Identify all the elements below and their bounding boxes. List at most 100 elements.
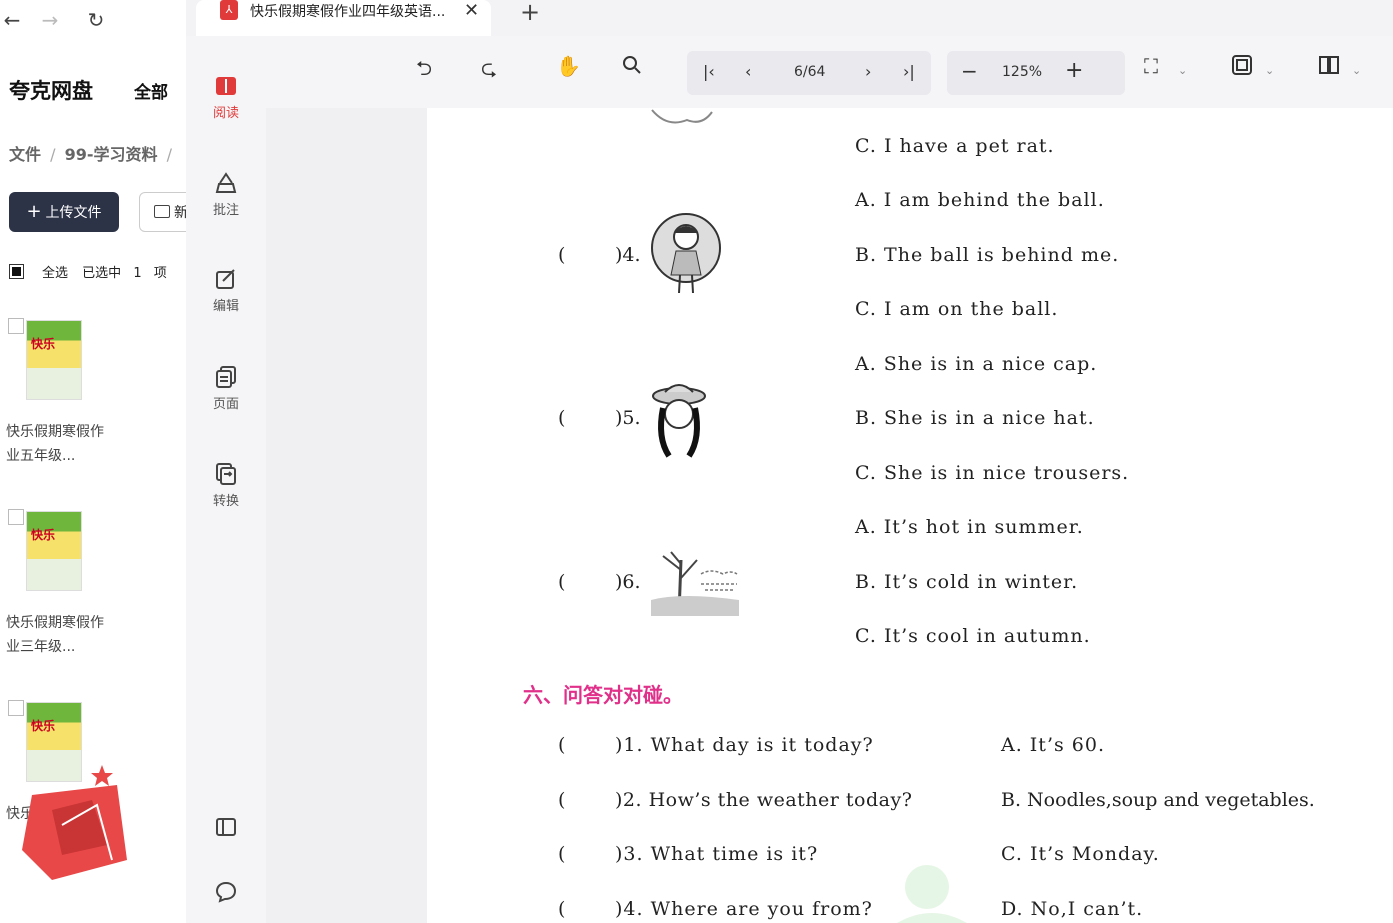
answer-paren: ( xyxy=(558,898,566,920)
two-page-view-icon[interactable] xyxy=(1318,54,1340,81)
first-page-icon[interactable]: |‹ xyxy=(703,62,715,81)
edit-icon xyxy=(216,269,235,289)
select-all-label[interactable]: 全选 xyxy=(42,266,68,281)
fullscreen-icon[interactable] xyxy=(1231,54,1253,81)
rail-item-read[interactable]: 阅读 xyxy=(186,74,266,121)
autumn-scene-illustration xyxy=(651,551,739,616)
rail-item-pages[interactable]: 页面 xyxy=(186,365,266,412)
zoom-control: − 125% + xyxy=(947,51,1125,95)
chevron-down-icon[interactable]: ⌄ xyxy=(1178,64,1187,77)
upload-file-button[interactable]: + 上传文件 xyxy=(9,192,119,232)
question-text: )4. Where are you from? xyxy=(615,898,873,920)
chevron-down-icon[interactable]: ⌄ xyxy=(1265,64,1274,77)
breadcrumb: 文件 / 99-学习资料 / xyxy=(9,141,172,165)
file-thumbnail: 快乐 xyxy=(26,320,82,400)
question-number: )6. xyxy=(615,571,641,593)
option-text: A. She is in a nice cap. xyxy=(855,353,1098,375)
selected-label: 已选中 xyxy=(82,266,122,281)
question-text: )3. What time is it? xyxy=(615,843,819,865)
option-text: B. The ball is behind me. xyxy=(855,244,1120,266)
zoom-level[interactable]: 125% xyxy=(1002,64,1042,80)
comment-button[interactable] xyxy=(186,880,266,908)
file-name: 快乐假期寒假作业三年级... xyxy=(6,615,104,655)
upload-label: 上传文件 xyxy=(45,205,102,221)
zoom-in-icon[interactable]: + xyxy=(1065,58,1083,83)
file-name: 快乐假期寒假作业五年级... xyxy=(6,424,104,464)
option-text: B. She is in a nice hat. xyxy=(855,407,1095,429)
breadcrumb-separator: / xyxy=(50,145,56,164)
answer-paren: ( xyxy=(558,734,566,756)
redo-icon[interactable]: ⮎ xyxy=(481,54,497,88)
rail-item-annotate[interactable]: 批注 xyxy=(186,171,266,218)
prev-page-icon[interactable]: ‹ xyxy=(745,62,751,81)
undo-icon[interactable]: ⮌ xyxy=(416,54,432,88)
viewer-toolbar: ⮌ ⮎ ✋ |‹ ‹ 6/64 › ›| − 125% + ⛶ ⌄ ⌄ ⌄ xyxy=(266,36,1393,108)
pdf-icon: ⅄ xyxy=(220,0,238,20)
breadcrumb-folder[interactable]: 99-学习资料 xyxy=(65,145,158,164)
drive-panel: ← → ↻ 夸克网盘 全部 文件 / 99-学习资料 / + 上传文件 新 全选 … xyxy=(0,0,186,923)
page-indicator[interactable]: 6/64 xyxy=(794,64,825,80)
sidebar-toggle-button[interactable] xyxy=(186,815,266,843)
new-tab-icon[interactable]: + xyxy=(520,0,540,24)
answer-option: A. It’s 60. xyxy=(1001,734,1105,756)
girl-with-hat-illustration xyxy=(652,384,706,458)
file-checkbox[interactable] xyxy=(8,509,24,525)
drive-title: 夸克网盘 xyxy=(9,79,93,103)
option-text: C. She is in nice trousers. xyxy=(855,462,1130,484)
answer-paren: ( xyxy=(558,843,566,865)
new-folder-button[interactable]: 新 xyxy=(139,192,186,232)
document-viewport[interactable]: C. I have a pet rat. A. I am behind the … xyxy=(266,108,1393,923)
chevron-down-icon[interactable]: ⌄ xyxy=(1352,64,1361,77)
refresh-icon[interactable]: ↻ xyxy=(84,8,108,32)
annotate-icon xyxy=(215,172,237,193)
answer-paren: ( xyxy=(558,789,566,811)
question-text: )1. What day is it today? xyxy=(615,734,874,756)
pages-icon xyxy=(216,366,236,388)
back-arrow-icon[interactable]: ← xyxy=(0,8,24,32)
selection-bar: 全选 已选中 1 项 xyxy=(9,262,167,281)
close-icon[interactable]: ✕ xyxy=(464,0,479,21)
rail-item-convert[interactable]: 转换 xyxy=(186,462,266,509)
document-tab[interactable]: ⅄ 快乐假期寒假作业四年级英语... ✕ xyxy=(196,0,491,36)
option-text: B. It’s cold in winter. xyxy=(855,571,1079,593)
option-text: C. I have a pet rat. xyxy=(855,135,1055,157)
rail-item-edit[interactable]: 编辑 xyxy=(186,267,266,314)
illustration-partial xyxy=(651,109,713,124)
thumbnail-text: 快乐 xyxy=(31,337,56,351)
tab-title: 快乐假期寒假作业四年级英语... xyxy=(250,4,446,20)
thumbnail-text: 快乐 xyxy=(31,528,56,542)
chat-bubble-icon xyxy=(215,881,237,903)
last-page-icon[interactable]: ›| xyxy=(903,62,915,81)
hand-tool-icon[interactable]: ✋ xyxy=(556,54,581,78)
breadcrumb-separator: / xyxy=(166,145,172,164)
search-icon[interactable] xyxy=(621,54,643,81)
book-icon xyxy=(216,77,236,95)
rail-label: 阅读 xyxy=(212,106,239,121)
sidebar-panel-icon xyxy=(216,818,236,836)
pdf-page: C. I have a pet rat. A. I am behind the … xyxy=(427,108,1393,923)
new-label: 新 xyxy=(174,205,186,221)
question-number: )4. xyxy=(615,244,641,266)
next-page-icon[interactable]: › xyxy=(865,62,871,81)
app-logo-icon xyxy=(22,765,127,880)
file-checkbox[interactable] xyxy=(8,318,24,334)
question-number: )5. xyxy=(615,407,641,429)
select-all-checkbox[interactable] xyxy=(9,264,24,279)
answer-paren: ( xyxy=(558,571,566,593)
selected-count: 1 xyxy=(133,266,142,281)
answer-option: D. No,I can’t. xyxy=(1001,898,1144,920)
page-navigator: |‹ ‹ 6/64 › ›| xyxy=(687,51,931,95)
option-text: A. I am behind the ball. xyxy=(855,189,1105,211)
fit-screen-icon[interactable]: ⛶ xyxy=(1144,54,1158,78)
file-checkbox[interactable] xyxy=(8,700,24,716)
breadcrumb-root[interactable]: 文件 xyxy=(9,145,41,164)
zoom-out-icon[interactable]: − xyxy=(961,59,978,83)
all-files-tab[interactable]: 全部 xyxy=(134,78,168,103)
girl-with-ball-illustration xyxy=(651,213,721,294)
forward-arrow-icon[interactable]: → xyxy=(38,8,62,32)
watermark-decoration xyxy=(897,865,967,923)
option-text: C. I am on the ball. xyxy=(855,298,1059,320)
thumbnail-text: 快乐 xyxy=(31,719,56,733)
answer-option: C. It’s Monday. xyxy=(1001,843,1160,865)
section-title: 六、问答对对碰。 xyxy=(523,683,683,707)
